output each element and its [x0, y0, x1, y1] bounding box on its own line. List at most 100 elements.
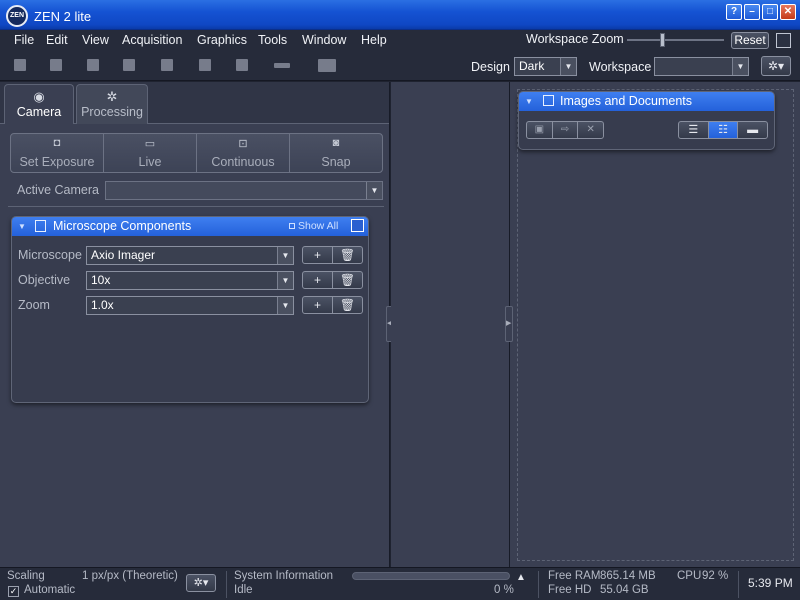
- maximize-button[interactable]: □: [762, 4, 778, 20]
- tool-tabs: ◉ Camera ✲ Processing: [0, 82, 389, 124]
- system-information-label: System Information: [234, 570, 334, 582]
- search-doc-icon[interactable]: [123, 59, 135, 71]
- chevron-down-icon: ▼: [732, 58, 748, 75]
- paste-icon[interactable]: [236, 59, 248, 71]
- thumbnail-view-icon[interactable]: ▬: [738, 122, 767, 138]
- left-tool-panel: ◉ Camera ✲ Processing ◘ Set Exposure ▭ L…: [0, 82, 390, 567]
- copy-icon[interactable]: [199, 59, 211, 71]
- right-splitter-handle[interactable]: [505, 306, 513, 342]
- divider: [8, 206, 384, 207]
- design-value: Dark: [519, 59, 545, 73]
- tab-camera-label: Camera: [16, 105, 62, 119]
- chevron-down-icon: ▼: [277, 247, 293, 264]
- new-icon[interactable]: [14, 59, 26, 71]
- save-doc-icon[interactable]: ▣: [527, 122, 553, 138]
- scaling-label: Scaling: [7, 570, 45, 582]
- menu-view[interactable]: View: [82, 33, 109, 47]
- menu-tools[interactable]: Tools: [258, 33, 287, 47]
- scaling-settings-button[interactable]: ✲▾: [186, 574, 216, 592]
- chevron-down-icon: ▼: [366, 182, 382, 199]
- tab-processing[interactable]: ✲ Processing: [76, 84, 148, 124]
- status-separator: [738, 571, 739, 598]
- zoom-select[interactable]: 1.0x ▼: [86, 296, 294, 315]
- camera-icon: ◘: [53, 137, 61, 149]
- objective-label: Objective: [18, 273, 71, 287]
- reset-button[interactable]: Reset: [731, 32, 769, 49]
- workspace-zoom-thumb[interactable]: [660, 33, 665, 47]
- cut-icon[interactable]: [161, 59, 173, 71]
- free-ram-value: 865.14 MB: [600, 570, 656, 582]
- workspace-zoom-label: Workspace Zoom: [526, 32, 624, 46]
- window-controls: ? – □ ✕: [726, 4, 796, 20]
- continuous-label: Continuous: [211, 155, 275, 169]
- popout-icon[interactable]: [351, 219, 364, 232]
- menu-window[interactable]: Window: [302, 33, 346, 47]
- cpu-label: CPU: [677, 570, 702, 582]
- menu-file[interactable]: File: [14, 33, 34, 47]
- delete-button[interactable]: 🗑: [333, 297, 362, 313]
- undock-icon[interactable]: [776, 33, 791, 48]
- continuous-button[interactable]: ⊡ Continuous: [197, 134, 290, 172]
- delete-button[interactable]: 🗑: [333, 272, 362, 288]
- status-separator: [538, 571, 539, 598]
- collapse-triangle-icon[interactable]: ▼: [525, 93, 533, 111]
- export-icon[interactable]: ⇨: [553, 122, 579, 138]
- right-dock-area: [517, 89, 794, 561]
- view-mode-buttons: ☰ ☷ ▬: [678, 121, 768, 139]
- center-panel: [391, 82, 509, 567]
- help-button[interactable]: ?: [726, 4, 742, 20]
- live-button[interactable]: ▭ Live: [104, 134, 197, 172]
- workspace-select[interactable]: ▼: [654, 57, 749, 76]
- chevron-down-icon: ▼: [277, 297, 293, 314]
- ruler-icon[interactable]: [274, 63, 290, 68]
- microscope-components-header[interactable]: ▼ Microscope Components Show All: [12, 217, 368, 236]
- menu-graphics[interactable]: Graphics: [197, 33, 247, 47]
- menu-edit[interactable]: Edit: [46, 33, 68, 47]
- progress-bar: [352, 572, 510, 580]
- microscope-value: Axio Imager: [91, 248, 156, 262]
- chevron-down-icon: ▼: [277, 272, 293, 289]
- status-bar: Scaling 1 px/px (Theoretic) ✓ Automatic …: [0, 567, 800, 600]
- title-bar: ZEN ZEN 2 lite ? – □ ✕: [0, 0, 800, 30]
- add-button[interactable]: +: [303, 247, 333, 263]
- collapse-triangle-icon[interactable]: ▼: [18, 218, 26, 236]
- tab-camera[interactable]: ◉ Camera: [4, 84, 74, 124]
- close-doc-icon[interactable]: ✕: [578, 122, 603, 138]
- zoom-actions: + 🗑: [302, 296, 363, 314]
- design-select[interactable]: Dark ▼: [514, 57, 577, 76]
- snap-button[interactable]: ◙ Snap: [290, 134, 382, 172]
- add-button[interactable]: +: [303, 297, 333, 313]
- document-actions: ▣ ⇨ ✕: [526, 121, 604, 139]
- expand-up-icon[interactable]: ▲: [516, 572, 526, 583]
- group-title: Microscope Components: [53, 219, 192, 233]
- objective-select[interactable]: 10x ▼: [86, 271, 294, 290]
- app-logo: ZEN: [6, 5, 28, 27]
- menu-help[interactable]: Help: [361, 33, 387, 47]
- images-documents-header[interactable]: ▼ Images and Documents: [519, 92, 774, 111]
- tab-processing-label: Processing: [81, 105, 143, 119]
- delete-button[interactable]: 🗑: [333, 247, 362, 263]
- set-exposure-button[interactable]: ◘ Set Exposure: [11, 134, 104, 172]
- add-button[interactable]: +: [303, 272, 333, 288]
- save-icon[interactable]: [87, 59, 99, 71]
- detail-view-icon[interactable]: ☷: [708, 122, 739, 138]
- microscope-actions: + 🗑: [302, 246, 363, 264]
- show-all-toggle[interactable]: Show All: [289, 217, 338, 235]
- settings-gear-button[interactable]: ✲▾: [761, 56, 791, 76]
- workspace-zoom-slider[interactable]: [627, 39, 724, 41]
- window-title: ZEN 2 lite: [34, 9, 92, 24]
- menu-acquisition[interactable]: Acquisition: [122, 33, 182, 47]
- minimize-button[interactable]: –: [744, 4, 760, 20]
- automatic-checkbox[interactable]: ✓: [8, 586, 19, 597]
- status-value: Idle: [234, 584, 253, 596]
- microscope-select[interactable]: Axio Imager ▼: [86, 246, 294, 265]
- free-ram-label: Free RAM: [548, 570, 601, 582]
- show-all-label: Show All: [298, 220, 339, 232]
- image-icon[interactable]: [318, 59, 336, 72]
- gear-icon: ✲: [106, 89, 118, 104]
- open-icon[interactable]: [50, 59, 62, 71]
- close-button[interactable]: ✕: [780, 4, 796, 20]
- list-view-icon[interactable]: ☰: [679, 122, 709, 138]
- documents-icon: [543, 95, 554, 106]
- active-camera-select[interactable]: ▼: [105, 181, 383, 200]
